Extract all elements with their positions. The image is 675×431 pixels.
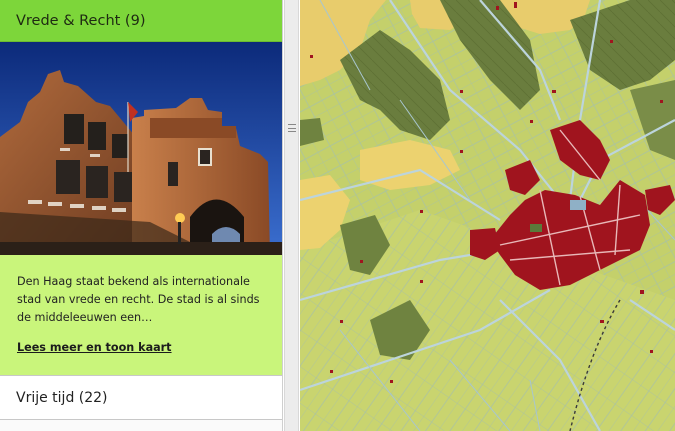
grip-icon[interactable] xyxy=(288,124,296,132)
sidebar-resize-handle[interactable] xyxy=(284,0,299,431)
read-more-link[interactable]: Lees meer en toon kaart xyxy=(17,339,265,357)
category-header-vrede-recht[interactable]: Vrede & Recht (9) xyxy=(0,0,282,42)
category-item-next[interactable] xyxy=(0,419,282,431)
category-photo[interactable] xyxy=(0,42,283,255)
category-excerpt: Den Haag staat bekend als internationale… xyxy=(17,275,260,324)
sidebar: Vrede & Recht (9) Den Haag staat bekend … xyxy=(0,0,283,431)
historic-map[interactable] xyxy=(300,0,675,431)
category-header-label: Vrede & Recht (9) xyxy=(16,12,146,29)
category-item-vrije-tijd[interactable]: Vrije tijd (22) xyxy=(0,375,282,419)
category-excerpt-panel: Den Haag staat bekend als internationale… xyxy=(0,255,282,375)
category-item-label: Vrije tijd (22) xyxy=(16,389,108,406)
